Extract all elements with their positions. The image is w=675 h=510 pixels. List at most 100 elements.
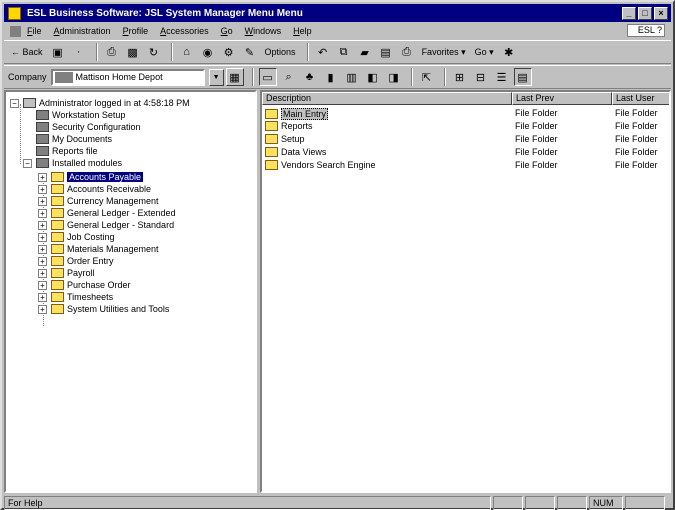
list-item-data-views[interactable]: Data Views File Folder File Folder [262,147,669,159]
folder-view-icon[interactable]: ▭ [258,68,277,86]
company-label: Company [8,72,47,82]
expand-icon[interactable]: + [38,244,47,254]
settings-icon[interactable]: ✱ [500,43,518,61]
stop-icon[interactable]: ▩ [124,43,142,61]
tree-item-security-configuration[interactable]: Security Configuration [36,121,141,133]
options-button[interactable]: Options [262,43,299,61]
back-button[interactable]: ← Back [8,43,46,61]
menu-accessories[interactable]: Accessories [160,26,209,36]
column-last-prev[interactable]: Last Prev [512,92,612,105]
list-view-icon[interactable]: ☰ [493,68,511,86]
small-icons-icon[interactable]: ⊟ [472,68,490,86]
tree-item-accounts-payable[interactable]: + Accounts Payable [38,171,144,183]
tree-item-timesheets[interactable]: + Timesheets [38,291,113,303]
tree-item-general-ledger-standard[interactable]: + General Ledger - Standard [38,219,174,231]
menu-administration[interactable]: Administration [54,26,111,36]
tree-item-payroll[interactable]: + Payroll [38,267,95,279]
expand-icon[interactable]: + [38,184,47,194]
undo-icon[interactable]: ↶ [314,43,332,61]
tree-item-workstation-setup[interactable]: Workstation Setup [36,109,125,121]
computer-icon [23,98,36,108]
folder-icon [265,109,278,119]
key-icon [36,122,49,132]
network-icon[interactable]: ◨ [385,68,403,86]
collapse-icon[interactable]: − [10,98,19,108]
go-button[interactable]: Go ▾ [472,43,497,61]
tree-item-installed-modules[interactable]: − Installed modules [23,157,122,169]
search-icon[interactable]: ✎ [241,43,259,61]
expand-icon[interactable]: + [38,172,47,182]
book-icon[interactable]: ▮ [322,68,340,86]
home-icon[interactable]: ⌂ [178,43,196,61]
status-panel [625,496,665,510]
title-bar[interactable]: ESL Business Software: JSL System Manage… [4,4,671,22]
column-last-user[interactable]: Last User [612,92,669,105]
expand-icon[interactable]: + [38,232,47,242]
views-icon[interactable]: ▣ [49,43,67,61]
tree-item-general-ledger-extended[interactable]: + General Ledger - Extended [38,207,176,219]
folder-icon [51,304,64,314]
tree-item-accounts-receivable[interactable]: + Accounts Receivable [38,183,151,195]
expand-icon[interactable]: + [38,292,47,302]
folder-icon[interactable]: ▰ [356,43,374,61]
menu-go[interactable]: Go [221,26,233,36]
disk-icon[interactable]: ▤ [377,43,395,61]
document-icon[interactable] [10,25,21,37]
copy-icon[interactable]: ⧉ [335,43,353,61]
refresh-icon[interactable]: ↻ [145,43,163,61]
status-panel [493,496,523,510]
expand-icon[interactable]: + [38,220,47,230]
list-pane[interactable]: Description Last Prev Last User Main Ent… [260,90,671,493]
help-box[interactable]: ESL ? [627,24,665,37]
close-button[interactable]: × [654,6,668,20]
folder-icon [51,208,64,218]
list-header: Description Last Prev Last User [262,92,669,105]
globe-icon[interactable]: ◉ [199,43,217,61]
company-combo[interactable]: Mattison Home Depot [50,68,205,86]
forward-icon[interactable]: · [70,43,88,61]
tree-item-currency-management[interactable]: + Currency Management [38,195,159,207]
print-icon[interactable]: ⎙ [103,43,121,61]
favorites-button[interactable]: Favorites ▾ [419,43,469,61]
list-item-vendors-search-engine[interactable]: Vendors Search Engine File Folder File F… [262,160,669,172]
column-description[interactable]: Description [262,92,512,105]
lock-icon[interactable]: ◧ [364,68,382,86]
company-browse-icon[interactable]: ▦ [225,68,244,86]
list-item-reports[interactable]: Reports File Folder File Folder [262,121,669,133]
expand-icon[interactable]: + [38,256,47,266]
tree-icon[interactable]: ♣ [301,68,319,86]
collapse-icon[interactable]: − [23,158,32,168]
details-view-icon[interactable]: ▤ [513,68,532,86]
tools-icon[interactable]: ⚙ [220,43,238,61]
app-icon[interactable] [8,6,21,20]
menu-profile[interactable]: Profile [123,26,149,36]
tree-root[interactable]: − Administrator logged in at 4:58:18 PM [10,97,190,109]
company-dropdown-button[interactable]: ▼ [208,68,224,86]
menu-file[interactable]: File [27,26,42,36]
printer-icon[interactable]: ⎙ [398,43,416,61]
status-panel [557,496,587,510]
large-icons-icon[interactable]: ⊞ [451,68,469,86]
tree-item-system-utilities[interactable]: + System Utilities and Tools [38,303,169,315]
tree-item-reports-file[interactable]: Reports file [36,145,98,157]
maximize-button[interactable]: □ [638,6,652,20]
tree-item-materials-management[interactable]: + Materials Management [38,243,159,255]
tree-item-my-documents[interactable]: My Documents [36,133,112,145]
expand-icon[interactable]: + [38,196,47,206]
menu-help[interactable]: Help [293,26,312,36]
search-folder-icon[interactable]: ⌕ [280,68,298,86]
expand-icon[interactable]: + [38,208,47,218]
tree-item-purchase-order[interactable]: + Purchase Order [38,279,131,291]
up-folder-icon[interactable]: ⇱ [418,68,436,86]
minimize-button[interactable]: _ [622,6,636,20]
tree-item-job-costing[interactable]: + Job Costing [38,231,115,243]
expand-icon[interactable]: + [38,280,47,290]
list-item-setup[interactable]: Setup File Folder File Folder [262,134,669,146]
tree-pane[interactable]: − Administrator logged in at 4:58:18 PM … [4,90,257,493]
tree-item-order-entry[interactable]: + Order Entry [38,255,114,267]
expand-icon[interactable]: + [38,268,47,278]
menu-windows[interactable]: Windows [245,26,282,36]
expand-icon[interactable]: + [38,304,47,314]
list-item-main-entry[interactable]: Main Entry File Folder File Folder [262,108,669,120]
calendar-icon[interactable]: ▥ [343,68,361,86]
